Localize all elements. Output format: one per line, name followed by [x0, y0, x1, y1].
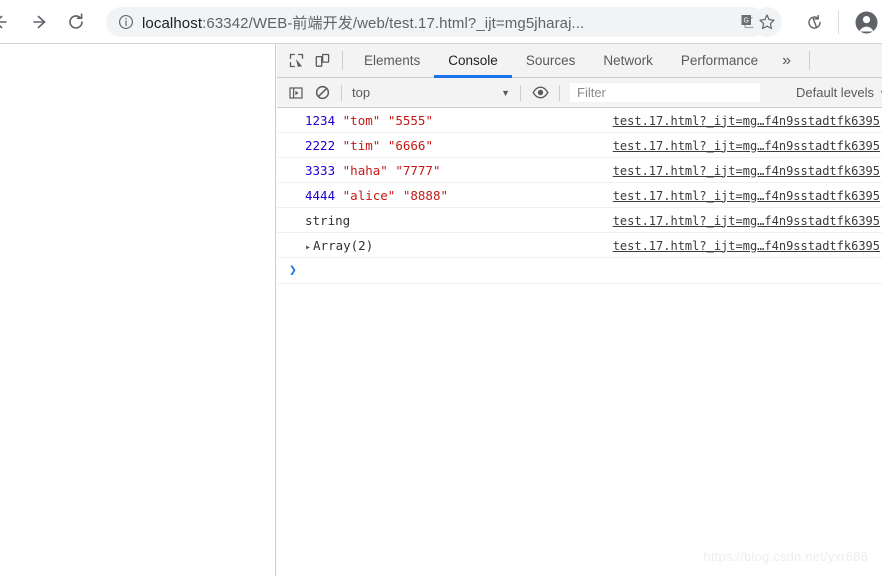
clear-console-button[interactable] [309, 78, 335, 107]
url-path: :63342/WEB-前端开发/web/test.17.html?_ijt=mg… [202, 14, 585, 32]
log-token-plain [395, 188, 403, 203]
profile-avatar-icon [855, 11, 877, 33]
tabbar-divider [342, 51, 343, 70]
live-expression-eye-icon [531, 86, 549, 99]
log-token-str: "6666" [387, 137, 433, 153]
tab-sources-label: Sources [525, 53, 576, 68]
log-levels-select[interactable]: Default levels ▼ [796, 85, 882, 100]
devtools-panel: Elements Console Sources Network Perform… [277, 44, 882, 576]
back-button[interactable] [0, 8, 14, 36]
filter-placeholder: Filter [577, 85, 606, 100]
tab-elements[interactable]: Elements [350, 44, 434, 77]
more-tabs-label: » [782, 51, 792, 69]
console-toolbar-divider-1 [341, 84, 342, 101]
url-host: localhost [142, 14, 203, 32]
log-token-num: 4444 [305, 187, 336, 203]
tab-console[interactable]: Console [434, 44, 512, 78]
address-bar[interactable]: localhost:63342/WEB-前端开发/web/test.17.htm… [106, 7, 766, 37]
console-toolbar: top ▼ Filter Default levels ▼ [277, 78, 882, 108]
inspect-element-icon [289, 53, 303, 68]
log-token-plain [380, 113, 388, 128]
console-log-row[interactable]: 2222 "tim" "6666" test.17.html?_ijt=mg…f4… [277, 133, 882, 158]
console-sidebar-button[interactable] [283, 78, 309, 107]
log-token-num: 2222 [305, 137, 336, 153]
execution-context-value: top [352, 85, 371, 100]
address-bar-url[interactable]: localhost:63342/WEB-前端开发/web/test.17.htm… [140, 12, 734, 33]
log-token-str: "8888" [402, 187, 449, 203]
star-icon [759, 14, 775, 30]
log-token-num: 3333 [305, 162, 336, 178]
inspect-element-button[interactable] [283, 44, 309, 77]
expand-triangle-icon[interactable]: ▸ [305, 242, 311, 253]
log-token-str: "7777" [395, 162, 441, 178]
tab-network[interactable]: Network [589, 44, 667, 77]
reload-icon [69, 13, 83, 29]
more-tabs-button[interactable]: » [772, 44, 801, 77]
console-toolbar-divider-3 [559, 84, 560, 101]
devtools-tabbar: Elements Console Sources Network Perform… [277, 44, 882, 78]
log-token-str: "5555" [387, 112, 433, 128]
log-levels-label: Default levels [796, 85, 875, 100]
log-token-plain: Array(2) [313, 237, 374, 253]
svg-text:G: G [743, 18, 748, 25]
chevron-down-icon: ▼ [501, 87, 510, 98]
log-token-plain [335, 188, 343, 203]
console-log-source-link[interactable]: test.17.html?_ijt=mg…f4n9sstadtfk6395 [613, 108, 882, 133]
tab-performance[interactable]: Performance [667, 44, 772, 77]
device-toolbar-icon [315, 53, 329, 67]
page-viewport [0, 44, 276, 576]
log-token-plain [380, 138, 388, 153]
log-token-plain [335, 163, 343, 178]
arrow-left-icon [0, 15, 7, 29]
arrow-right-icon [33, 15, 46, 29]
console-log-source-link[interactable]: test.17.html?_ijt=mg…f4n9sstadtfk6395 [613, 133, 882, 158]
log-token-plain: string [305, 212, 351, 228]
console-sidebar-icon [289, 86, 303, 99]
toolbar-divider [838, 10, 839, 34]
log-token-num: 1234 [305, 112, 336, 128]
console-log-source-link[interactable]: test.17.html?_ijt=mg…f4n9sstadtfk6395 [613, 208, 882, 233]
filter-input[interactable]: Filter [570, 83, 760, 102]
log-token-plain [335, 138, 343, 153]
prompt-arrow-icon: ❯ [289, 263, 297, 278]
bookmark-button[interactable] [752, 7, 782, 37]
tabbar-end-divider [809, 51, 811, 70]
sync-icon [807, 14, 821, 29]
console-prompt-row[interactable]: ❯ [277, 258, 882, 284]
console-toolbar-divider-2 [520, 84, 521, 101]
console-log-source-link[interactable]: test.17.html?_ijt=mg…f4n9sstadtfk6395 [613, 233, 882, 258]
console-message-list[interactable]: 1234 "tom" "5555" test.17.html?_ijt=mg…f4… [277, 108, 882, 576]
tab-network-label: Network [603, 53, 653, 68]
tab-sources[interactable]: Sources [512, 44, 590, 77]
log-token-str: "tom" [342, 112, 381, 128]
device-toolbar-button[interactable] [309, 44, 335, 77]
console-log-row[interactable]: string test.17.html?_ijt=mg…f4n9sstadtfk6… [277, 208, 882, 233]
profile-button[interactable] [850, 6, 882, 38]
sync-button[interactable] [800, 8, 828, 36]
forward-button[interactable] [26, 8, 54, 36]
execution-context-select[interactable]: top ▼ [348, 83, 514, 103]
console-log-row[interactable]: 3333 "haha" "7777" test.17.html?_ijt=mg…f… [277, 158, 882, 183]
clear-console-icon [315, 85, 329, 100]
reload-button[interactable] [62, 8, 90, 36]
live-expression-button[interactable] [527, 78, 553, 107]
log-token-str: "haha" [342, 162, 388, 178]
browser-toolbar: localhost:63342/WEB-前端开发/web/test.17.htm… [0, 0, 882, 44]
tab-performance-label: Performance [680, 53, 759, 68]
page-info-icon[interactable] [112, 14, 140, 30]
tab-elements-label: Elements [364, 53, 421, 68]
log-token-str: "tim" [342, 137, 381, 153]
console-log-row[interactable]: 4444 "alice" "8888" test.17.html?_ijt=mg…… [277, 183, 882, 208]
log-token-plain [335, 113, 343, 128]
log-token-str: "alice" [342, 187, 396, 203]
console-log-source-link[interactable]: test.17.html?_ijt=mg…f4n9sstadtfk6395 [613, 158, 882, 183]
console-log-row[interactable]: 1234 "tom" "5555" test.17.html?_ijt=mg…f4… [277, 108, 882, 133]
tab-console-label: Console [448, 53, 498, 68]
console-log-row[interactable]: ▸ Array(2) test.17.html?_ijt=mg…f4n9sstadt… [277, 233, 882, 258]
console-rows: 1234 "tom" "5555" test.17.html?_ijt=mg…f4… [277, 108, 882, 258]
console-log-source-link[interactable]: test.17.html?_ijt=mg…f4n9sstadtfk6395 [613, 183, 882, 208]
